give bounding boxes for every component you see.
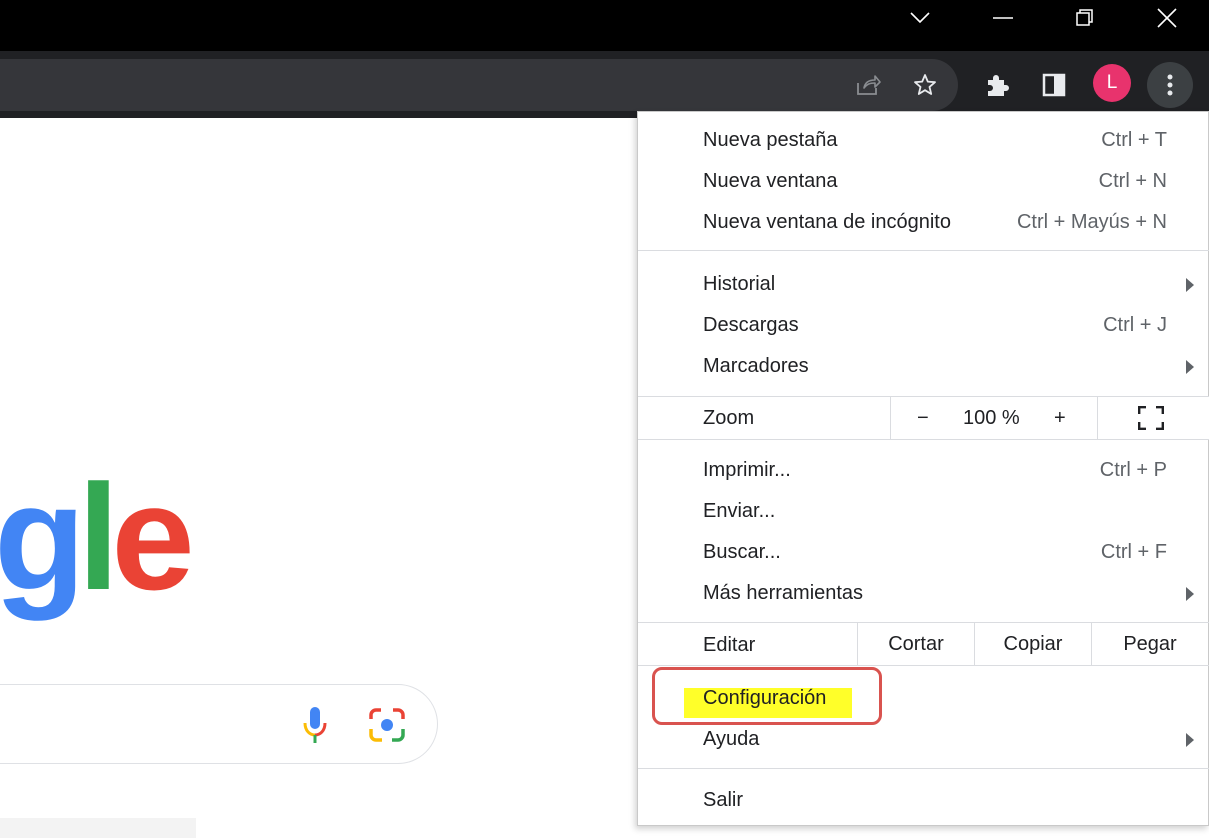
logo-letter-g: g (0, 453, 86, 621)
submenu-arrow-icon (1186, 360, 1194, 374)
fullscreen-icon (1137, 405, 1165, 431)
menu-item-new-tab[interactable]: Nueva pestaña Ctrl + T (638, 121, 1209, 159)
menu-separator (638, 250, 1209, 251)
chrome-menu-button[interactable] (1147, 62, 1193, 108)
side-panel-icon (1042, 73, 1066, 97)
zoom-value: 100 % (963, 407, 1020, 429)
copy-button[interactable]: Copiar (975, 623, 1091, 665)
fullscreen-button[interactable] (1137, 405, 1165, 436)
menu-item-incognito[interactable]: Nueva ventana de incógnito Ctrl + Mayús … (638, 203, 1209, 241)
address-bar[interactable] (0, 59, 958, 111)
minimize-button[interactable] (975, 0, 1031, 36)
submenu-arrow-icon (1186, 278, 1194, 292)
menu-item-find[interactable]: Buscar... Ctrl + F (638, 533, 1209, 571)
zoom-row: Zoom − 100 % + (638, 397, 1209, 439)
extensions-icon (988, 75, 1009, 96)
browser-toolbar (0, 51, 1209, 118)
menu-item-history[interactable]: Historial (638, 265, 1209, 303)
menu-item-print[interactable]: Imprimir... Ctrl + P (638, 451, 1209, 489)
edit-row: Editar Cortar Copiar Pegar (638, 623, 1209, 665)
zoom-out-button[interactable]: − (917, 407, 929, 430)
menu-separator (638, 439, 1209, 440)
image-search-button[interactable] (368, 707, 406, 748)
menu-item-downloads[interactable]: Descargas Ctrl + J (638, 306, 1209, 344)
close-icon (1157, 8, 1177, 28)
cell-divider (1097, 397, 1098, 439)
menu-item-more-tools[interactable]: Más herramientas (638, 574, 1209, 612)
voice-search-button[interactable] (300, 705, 330, 750)
bookmark-star-icon (914, 74, 936, 95)
close-button[interactable] (1139, 0, 1195, 36)
cell-divider (890, 397, 891, 439)
restore-button[interactable] (1057, 0, 1113, 36)
chevron-down-icon (910, 12, 930, 24)
profile-initial: L (1106, 72, 1118, 93)
share-icon (857, 75, 881, 95)
side-panel-button[interactable] (1036, 67, 1072, 103)
zoom-in-button[interactable]: + (1054, 407, 1066, 430)
menu-item-help[interactable]: Ayuda (638, 720, 1209, 758)
menu-separator (638, 768, 1209, 769)
logo-letter-e: e (111, 453, 194, 621)
bookmark-star-button[interactable] (907, 67, 943, 103)
menu-item-cast[interactable]: Enviar... (638, 492, 1209, 530)
menu-item-bookmarks[interactable]: Marcadores (638, 347, 1209, 385)
menu-item-new-window[interactable]: Nueva ventana Ctrl + N (638, 162, 1209, 200)
menu-item-exit[interactable]: Salir (638, 781, 1209, 819)
restore-icon (1076, 9, 1093, 26)
paste-button[interactable]: Pegar (1092, 623, 1208, 665)
menu-separator (638, 665, 1209, 666)
profile-avatar[interactable]: L (1093, 64, 1131, 102)
logo-letter-l: l (77, 453, 120, 621)
extensions-button[interactable] (979, 67, 1015, 103)
share-button[interactable] (850, 67, 886, 103)
zoom-label: Zoom (703, 407, 755, 429)
edit-label: Editar (703, 634, 756, 656)
microphone-icon (303, 707, 327, 743)
submenu-arrow-icon (1186, 587, 1194, 601)
google-logo: gle (0, 462, 195, 612)
page-bottom-strip (0, 818, 196, 838)
camera-lens-icon (369, 708, 405, 742)
kebab-menu-icon (1167, 74, 1173, 96)
tab-search-button[interactable] (892, 0, 948, 36)
settings-callout-box (652, 667, 882, 725)
title-bar (0, 0, 1209, 51)
cut-button[interactable]: Cortar (858, 623, 974, 665)
minimize-icon (993, 17, 1013, 19)
submenu-arrow-icon (1186, 733, 1194, 747)
